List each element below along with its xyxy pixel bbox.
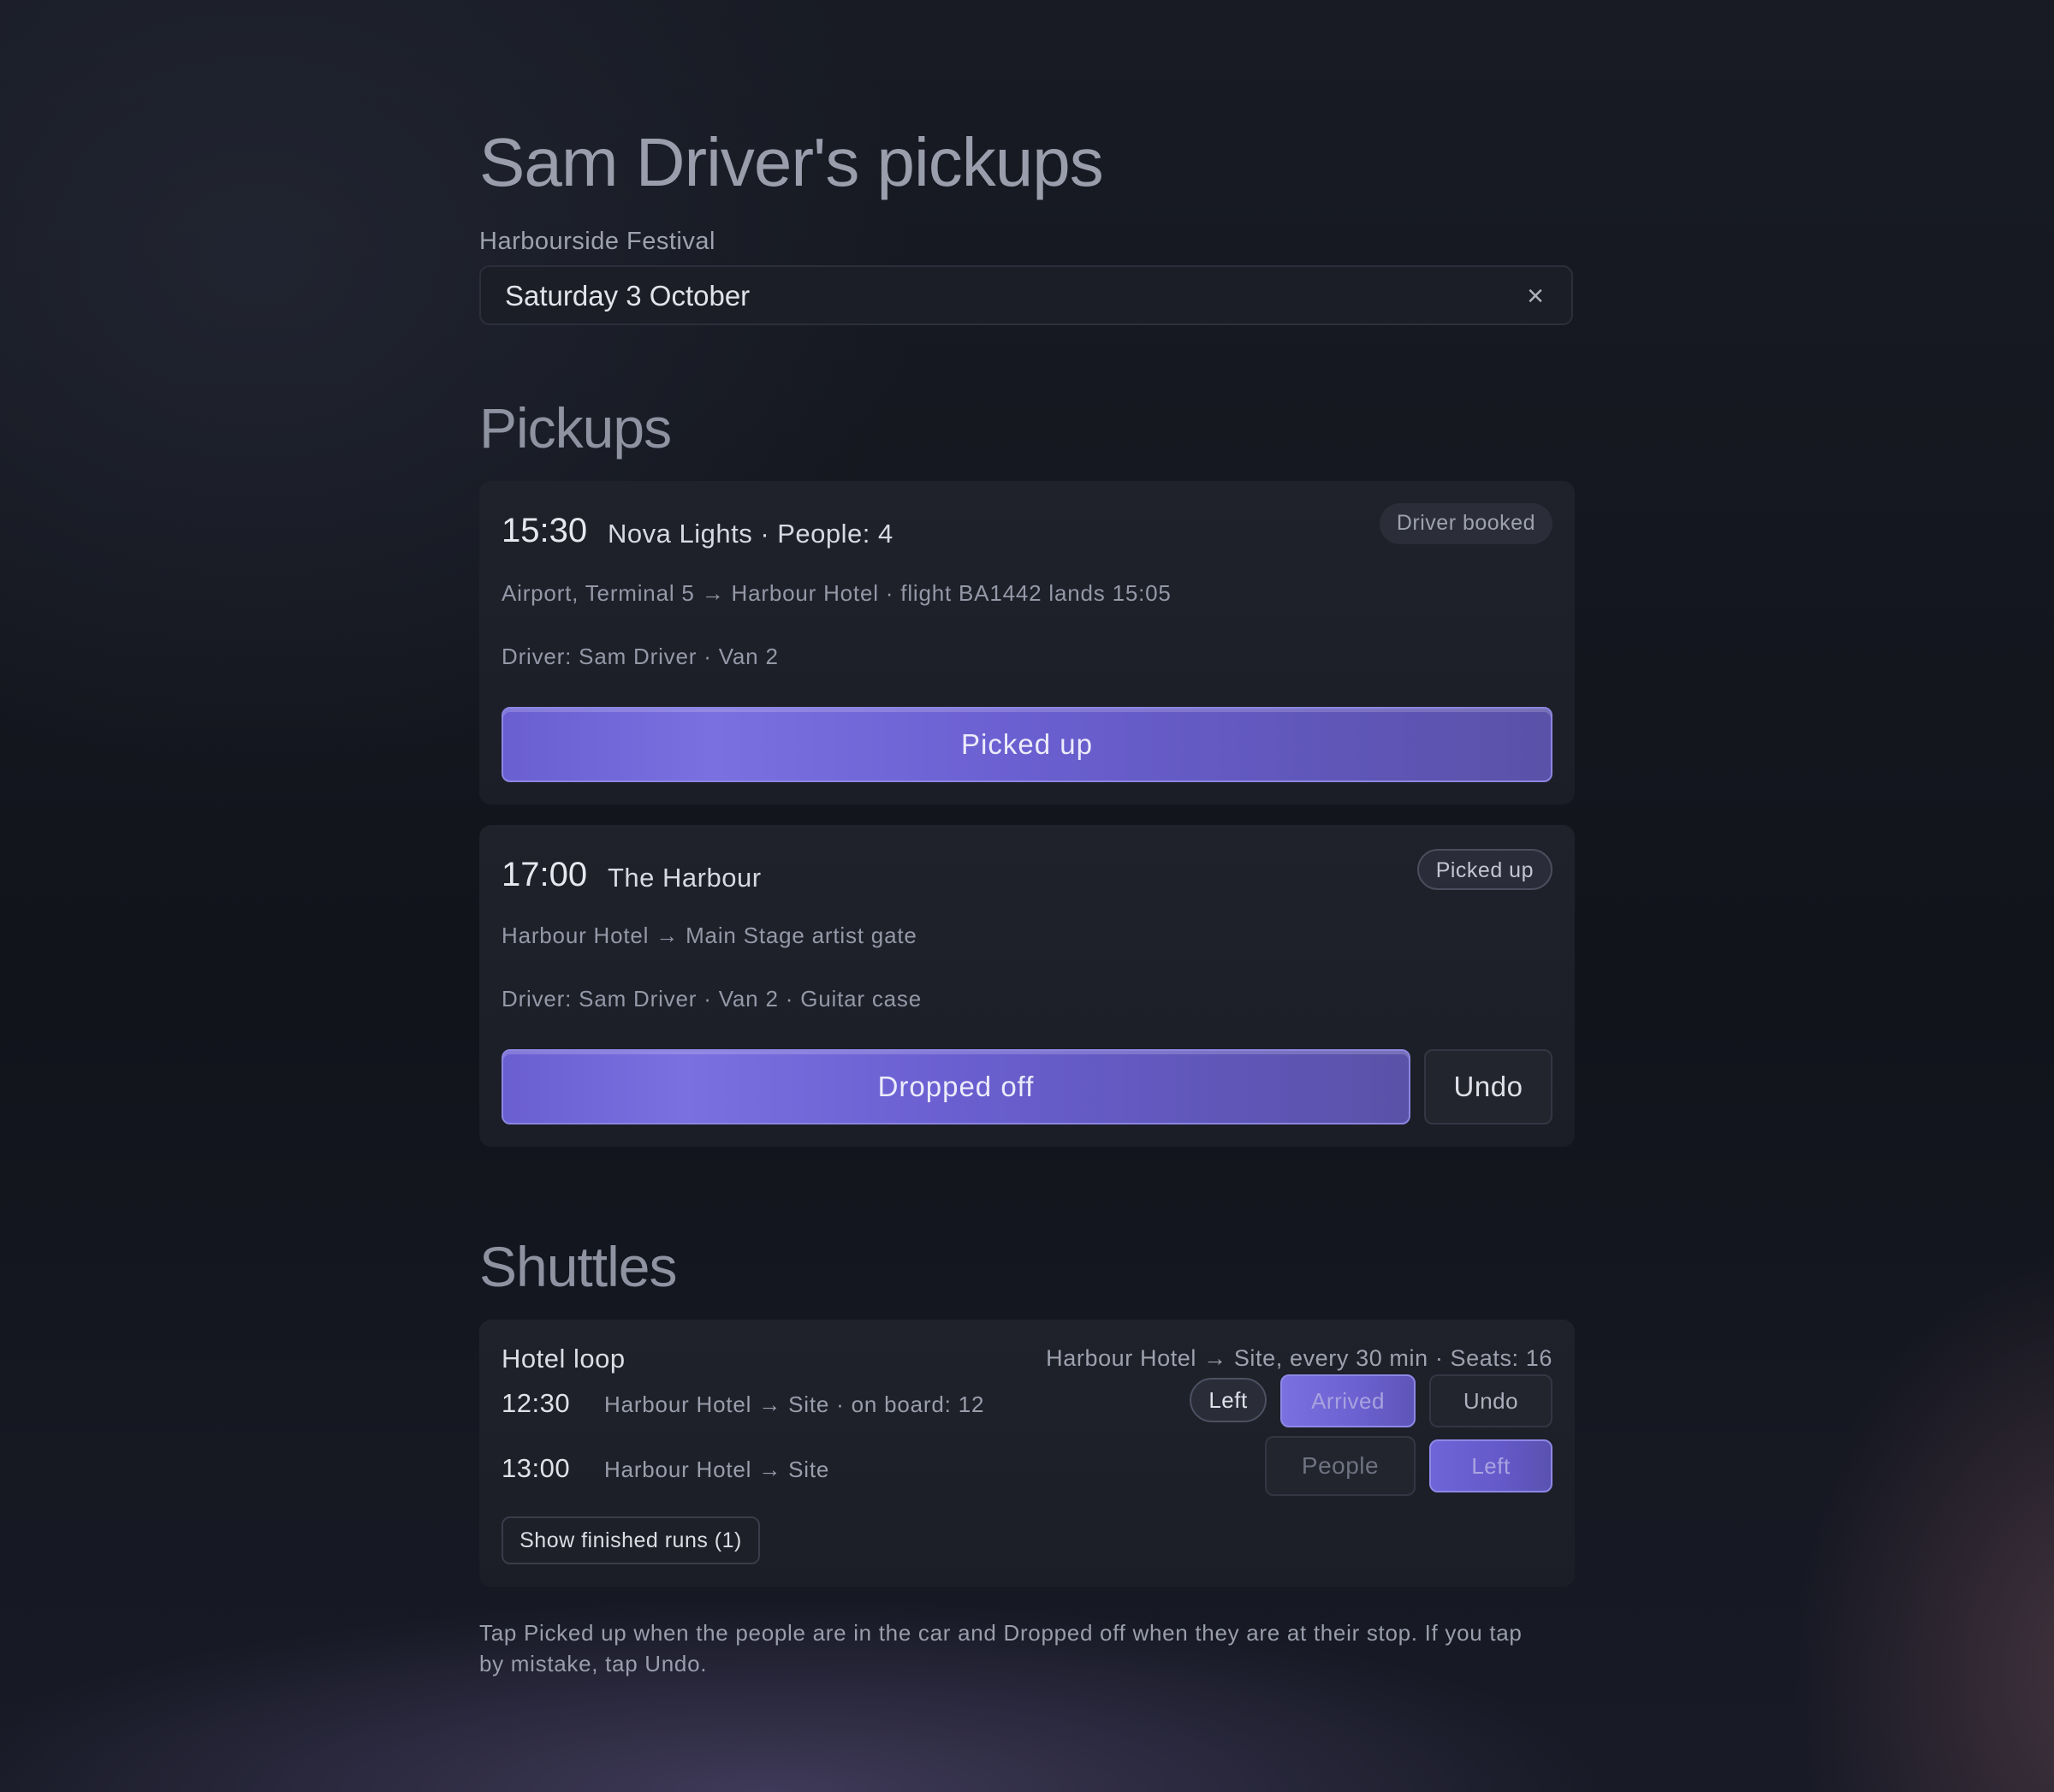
- help-text-line: Tap Picked up when the people are in the…: [479, 1620, 1523, 1646]
- pickup-name: Nova Lights · People: 4: [608, 519, 893, 549]
- picked-up-button[interactable]: Picked up: [502, 707, 1552, 782]
- run-route: Harbour Hotel → Site: [604, 1457, 830, 1482]
- shuttle-info: Harbour Hotel → Site, every 30 min · Sea…: [1046, 1345, 1552, 1371]
- pickup-card: 17:00 The Harbour Picked up Harbour Hote…: [479, 825, 1575, 1147]
- pickup-time: 15:30: [502, 512, 588, 549]
- date-field[interactable]: Saturday 3 October ×: [479, 265, 1573, 325]
- page-title: Sam Driver's pickups: [479, 124, 1104, 200]
- undo-button[interactable]: Undo: [1429, 1374, 1552, 1427]
- run-time: 12:30: [502, 1388, 571, 1418]
- status-badge: Picked up: [1416, 849, 1552, 890]
- left-status-button[interactable]: Left: [1190, 1378, 1267, 1422]
- shuttle-name: Hotel loop: [502, 1344, 626, 1374]
- pickup-route: Airport, Terminal 5 → Harbour Hotel · fl…: [502, 580, 1172, 606]
- pickup-time: 17:00: [502, 856, 588, 893]
- shuttle-card: Hotel loop Harbour Hotel → Site, every 3…: [479, 1320, 1575, 1587]
- pickup-driver: Driver: Sam Driver · Van 2 · Guitar case: [502, 986, 922, 1012]
- status-badge: Driver booked: [1379, 503, 1552, 544]
- arrived-button[interactable]: Arrived: [1280, 1374, 1416, 1427]
- help-text: Tap Picked up when the people are in the…: [479, 1617, 1575, 1679]
- run-route: Harbour Hotel → Site · on board: 12: [604, 1391, 985, 1417]
- close-icon[interactable]: ×: [1520, 281, 1551, 312]
- run-time: 13:00: [502, 1453, 571, 1483]
- date-value: Saturday 3 October: [505, 280, 751, 312]
- pickup-driver: Driver: Sam Driver · Van 2: [502, 644, 779, 669]
- dropped-off-button[interactable]: Dropped off: [502, 1049, 1410, 1124]
- shuttles-title: Shuttles: [479, 1235, 677, 1298]
- people-input[interactable]: People: [1265, 1436, 1416, 1496]
- pickup-route: Harbour Hotel → Main Stage artist gate: [502, 923, 917, 948]
- undo-button[interactable]: Undo: [1424, 1049, 1552, 1124]
- event-label: Harbourside Festival: [479, 228, 715, 255]
- pickup-card: 15:30 Nova Lights · People: 4 Driver boo…: [479, 481, 1575, 804]
- pickups-title: Pickups: [479, 396, 672, 460]
- show-finished-runs-button[interactable]: Show finished runs (1): [502, 1516, 760, 1564]
- left-button[interactable]: Left: [1429, 1439, 1552, 1492]
- help-text-line: by mistake, tap Undo.: [479, 1651, 708, 1676]
- pickup-name: The Harbour: [608, 863, 762, 893]
